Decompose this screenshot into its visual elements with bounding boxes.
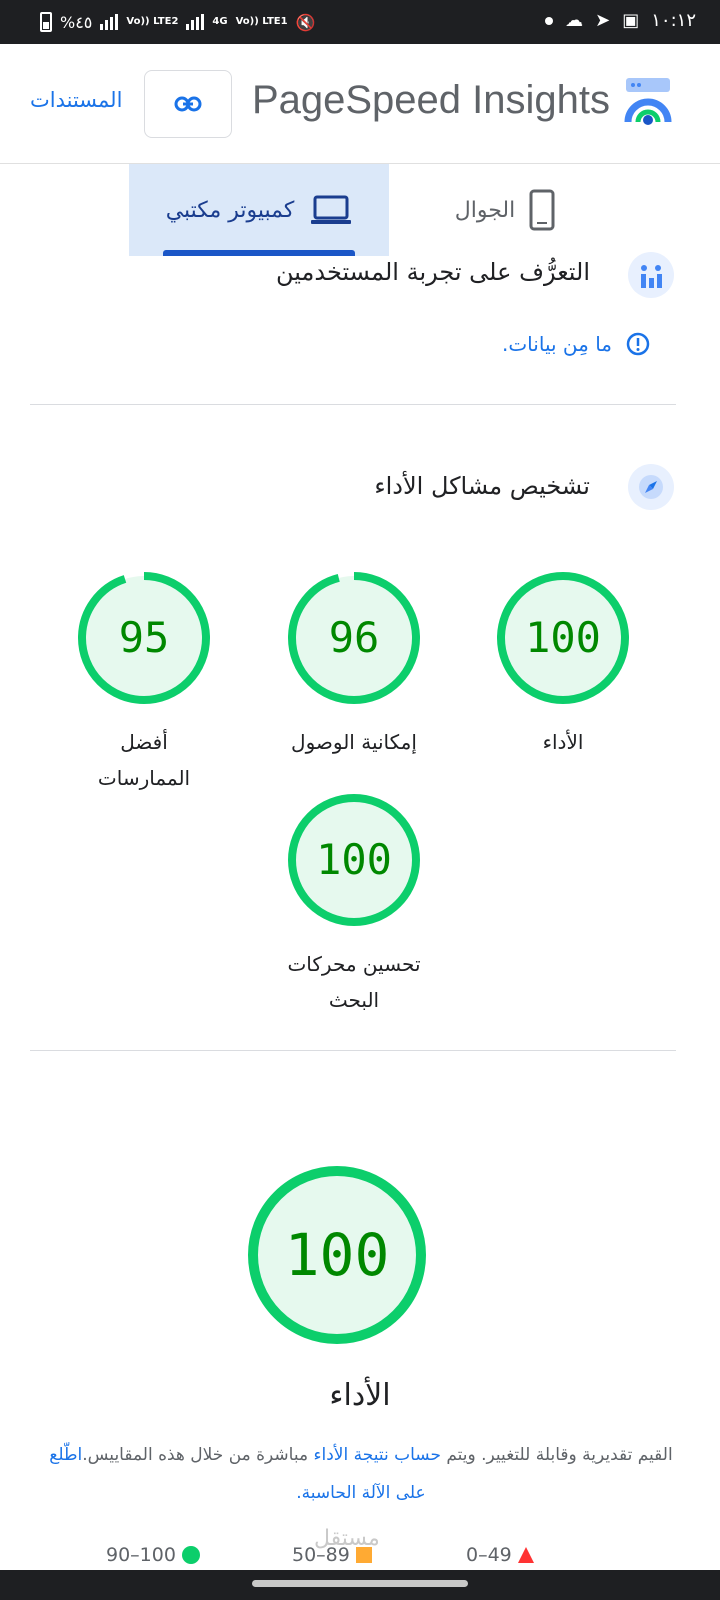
signal-icon (100, 14, 119, 30)
link-icon (174, 96, 202, 112)
score-performance[interactable]: 100 الأداء (495, 570, 631, 760)
desc-text-2: مباشرة من خلال هذه المقاييس. (82, 1445, 314, 1465)
status-bar: %٤٥ Vo)) LTE2 4G Vo)) LTE1 🔇 ☁ ➤ ▣ ١٠:١٢ (0, 0, 720, 44)
no-data-row: ما مِن بيانات. (502, 332, 650, 356)
ux-section-title: التعرُّف على تجربة المستخدمين (275, 258, 590, 286)
gauge-ring: 95 (78, 572, 210, 704)
score-value: 96 (329, 613, 380, 662)
battery-text: %٤٥ (60, 12, 93, 32)
desc-text-1: القيم تقديرية وقابلة للتغيير. ويتم (440, 1445, 673, 1465)
sim2-label: Vo)) LTE1 (235, 16, 288, 27)
score-accessibility[interactable]: 96 إمكانية الوصول (286, 570, 422, 760)
app-title: PageSpeed Insights (251, 78, 610, 122)
mute-icon: 🔇 (295, 12, 316, 32)
score-label: الأداء (542, 730, 584, 754)
gauge-ring: 100 (288, 794, 420, 926)
gallery-icon: ▣ (622, 10, 640, 31)
device-tabs: كمبيوتر مكتبي الجوال (0, 164, 720, 256)
pagespeed-logo-icon[interactable] (624, 76, 672, 128)
no-data-link[interactable]: ما مِن بيانات. (502, 332, 612, 356)
divider (30, 1050, 676, 1051)
notification-dot-icon (545, 16, 554, 25)
legend-pass-range: 90–100 (106, 1544, 176, 1566)
tab-mobile[interactable]: الجوال (405, 164, 605, 256)
sim1-label: Vo)) LTE2 (126, 16, 179, 27)
home-gesture-bar[interactable] (252, 1580, 468, 1587)
circle-icon (181, 1546, 200, 1564)
copy-link-button[interactable] (144, 70, 232, 138)
tab-mobile-label: الجوال (454, 197, 516, 223)
performance-description: القيم تقديرية وقابلة للتغيير. ويتم حساب … (36, 1436, 686, 1512)
diagnose-section-title: تشخيص مشاكل الأداء (374, 472, 590, 500)
tab-active-indicator (163, 250, 355, 256)
docs-link[interactable]: المستندات (30, 88, 122, 112)
tab-desktop-label: كمبيوتر مكتبي (165, 197, 295, 223)
score-best-practices[interactable]: 95 أفضل الممارسات (76, 570, 212, 796)
score-label: تحسين محركات البحث (287, 952, 421, 1012)
performance-big-value: 100 (285, 1221, 390, 1289)
performance-big-label: الأداء (329, 1378, 391, 1413)
compass-icon (628, 464, 674, 510)
score-value: 100 (525, 613, 601, 662)
watermark: مستقل (314, 1526, 380, 1551)
status-bar-left: %٤٥ Vo)) LTE2 4G Vo)) LTE1 🔇 (40, 12, 316, 32)
chart-people-icon (628, 252, 674, 298)
battery-icon (40, 12, 52, 32)
info-circle-icon (626, 332, 650, 356)
gauge-ring: 96 (288, 572, 420, 704)
triangle-icon (517, 1547, 534, 1563)
phone-icon (529, 189, 555, 231)
telegram-icon: ➤ (595, 10, 611, 31)
system-nav-bar (0, 1570, 720, 1600)
laptop-icon (311, 195, 352, 224)
signal-icon-2 (186, 14, 205, 30)
legend-fail: 0–49 (466, 1544, 534, 1566)
cloud-icon: ☁ (565, 10, 584, 31)
app-header: PageSpeed Insights المستندات (0, 44, 720, 164)
score-label: إمكانية الوصول (291, 730, 417, 754)
score-value: 95 (119, 613, 170, 662)
divider (30, 404, 676, 405)
clock-time: ١٠:١٢ (651, 10, 696, 31)
legend-fail-range: 0–49 (466, 1544, 512, 1566)
performance-big-gauge: 100 (248, 1166, 426, 1344)
score-value: 100 (316, 835, 392, 884)
gauge-ring: 100 (497, 572, 629, 704)
status-bar-right: ☁ ➤ ▣ ١٠:١٢ (545, 10, 696, 31)
tab-desktop[interactable]: كمبيوتر مكتبي (129, 164, 389, 256)
score-seo[interactable]: 100 تحسين محركات البحث (286, 792, 422, 1018)
network-label: 4G (212, 16, 228, 27)
calc-score-link[interactable]: حساب نتيجة الأداء (314, 1445, 441, 1465)
score-label: أفضل الممارسات (97, 730, 191, 790)
legend-pass: 90–100 (106, 1544, 200, 1566)
